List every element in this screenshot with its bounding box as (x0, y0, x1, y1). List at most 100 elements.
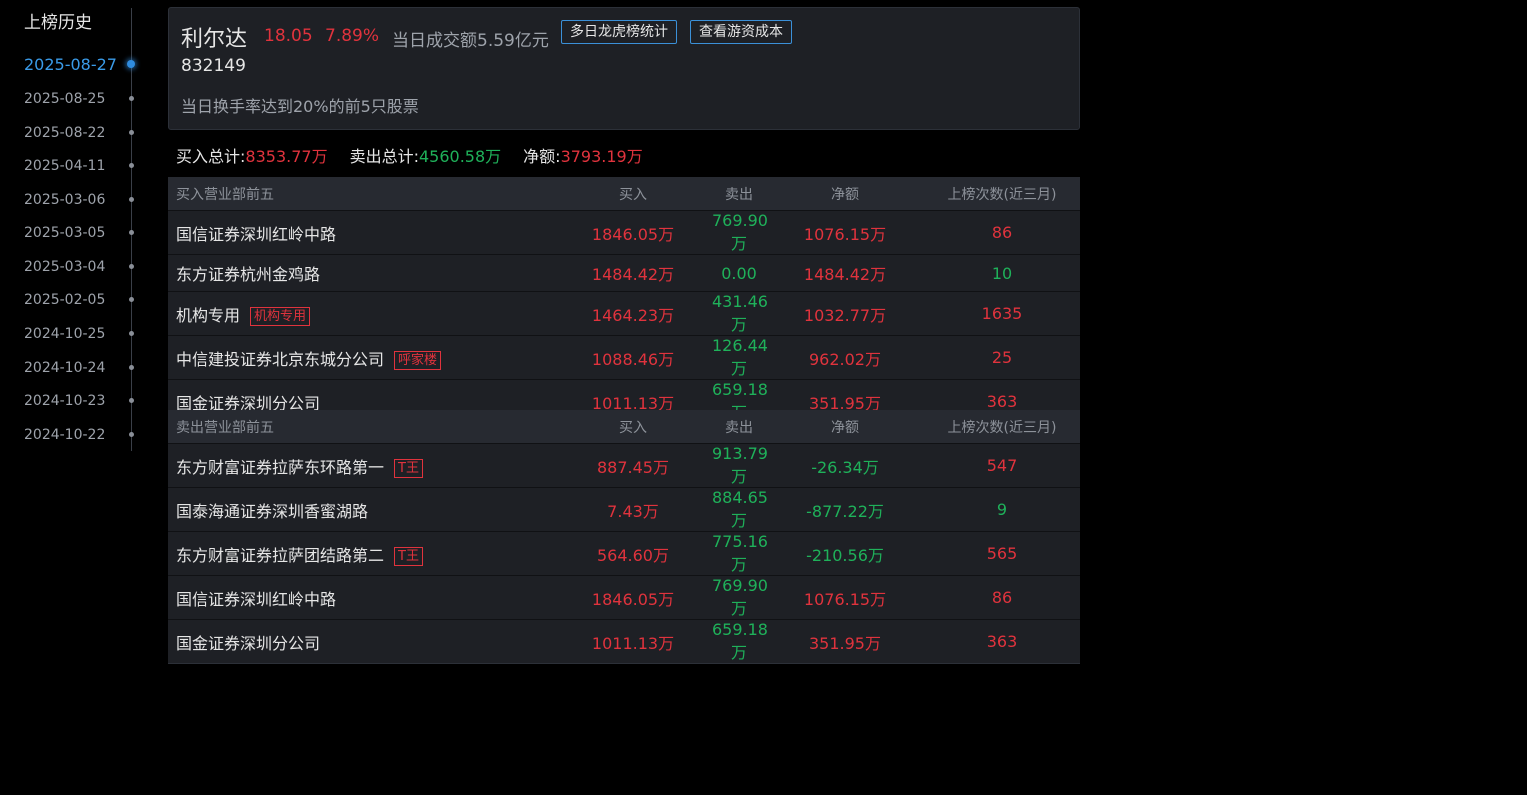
timeline-item[interactable]: 2024-10-23 (0, 391, 140, 425)
column-header-buy: 买入 (554, 410, 712, 444)
sell-amount-cell: 659.18万 (712, 619, 768, 664)
broker-name-cell[interactable]: 机构专用 机构专用 (168, 291, 554, 336)
broker-name: 机构专用 (176, 305, 241, 325)
multi-day-stats-button[interactable]: 多日龙虎榜统计 (561, 20, 677, 44)
net-amount-cell: 1076.15万 (766, 575, 924, 620)
sell-amount-cell: 913.79万 (712, 443, 768, 488)
timeline-dot-icon (129, 197, 134, 202)
timeline-item[interactable]: 2024-10-24 (0, 358, 140, 392)
buy-amount-cell: 1484.42万 (554, 254, 712, 292)
listing-count-cell: 25 (924, 335, 1080, 380)
column-header-count: 上榜次数(近三月) (924, 410, 1080, 444)
table-row[interactable]: 国信证券深圳红岭中路 1846.05万 769.90万 1076.15万 86 (168, 575, 1080, 620)
buy-amount-cell: 1464.23万 (554, 291, 712, 336)
broker-name: 国泰海通证券深圳香蜜湖路 (176, 501, 369, 521)
timeline-date: 2024-10-22 (24, 427, 106, 443)
broker-name-cell[interactable]: 东方财富证券拉萨东环路第一 T王 (168, 443, 554, 488)
broker-name: 国信证券深圳红岭中路 (176, 224, 337, 244)
table-row[interactable]: 东方财富证券拉萨东环路第一 T王 887.45万 913.79万 -26.34万 547 (168, 443, 1080, 488)
net-amount-cell: 1032.77万 (766, 291, 924, 336)
broker-name-cell[interactable]: 国金证券深圳分公司 (168, 619, 554, 664)
timeline-item[interactable]: 2025-02-05 (0, 290, 140, 324)
timeline-dot-icon (129, 365, 134, 370)
broker-name: 东方财富证券拉萨团结路第二 (176, 545, 385, 565)
timeline-title: 上榜历史 (24, 13, 92, 33)
sell-amount-cell: 769.90万 (712, 210, 768, 255)
broker-name-cell[interactable]: 国信证券深圳红岭中路 (168, 575, 554, 620)
column-header-sell: 卖出 (712, 410, 766, 444)
timeline-date: 2025-08-25 (24, 91, 106, 107)
stock-name: 利尔达 (181, 27, 248, 52)
broker-name: 东方证券杭州金鸡路 (176, 265, 321, 284)
sell-brokers-table: 卖出营业部前五 买入 卖出 净额 上榜次数(近三月) 东方财富证券拉萨东环路第一… (168, 410, 1080, 664)
listing-count-cell: 547 (924, 443, 1080, 488)
table-row[interactable]: 国金证券深圳分公司 1011.13万659.18万351.95万363 (168, 619, 1080, 664)
timeline-item[interactable]: 2024-10-22 (0, 425, 140, 459)
listing-count-cell: 363 (924, 619, 1080, 664)
timeline-item[interactable]: 2025-08-27 (0, 55, 140, 89)
broker-name: 国信证券深圳红岭中路 (176, 589, 337, 609)
timeline-item[interactable]: 2025-03-04 (0, 257, 140, 291)
timeline-date: 2025-02-05 (24, 292, 106, 308)
sell-amount-cell: 884.65万 (712, 487, 768, 532)
net-amount-cell: -26.34万 (766, 443, 924, 488)
sell-total-value: 4560.58万 (418, 147, 502, 166)
broker-tag-badge: T王 (394, 546, 423, 566)
stock-change-percent: 7.89% (325, 26, 380, 46)
timeline-dot-icon (129, 96, 134, 101)
timeline-dot-icon (129, 264, 134, 269)
timeline-date: 2025-03-06 (24, 192, 106, 208)
sell-amount-cell: 775.16万 (712, 531, 768, 576)
broker-name-cell[interactable]: 国泰海通证券深圳香蜜湖路 (168, 487, 554, 532)
stock-code: 832149 (181, 56, 246, 76)
timeline-dot-icon (129, 398, 134, 403)
timeline-item[interactable]: 2025-04-11 (0, 156, 140, 190)
broker-name-cell[interactable]: 中信建投证券北京东城分公司 呼家楼 (168, 335, 554, 380)
net-amount-cell: 962.02万 (766, 335, 924, 380)
timeline-date: 2025-08-22 (24, 125, 106, 141)
timeline-item[interactable]: 2025-03-06 (0, 190, 140, 224)
sell-amount-cell: 769.90万 (712, 575, 768, 620)
table-row[interactable]: 东方证券杭州金鸡路 1484.42万 0.00 1484.42万 10 (168, 254, 1080, 292)
sell-table-body: 东方财富证券拉萨东环路第一 T王 887.45万 913.79万 -26.34万 547 国… (168, 443, 1080, 664)
broker-tag-badge: T王 (394, 458, 423, 478)
column-header-sell: 卖出 (712, 177, 766, 211)
listing-count-cell: 565 (924, 531, 1080, 576)
timeline-dot-icon (127, 60, 135, 68)
broker-name-cell[interactable]: 东方证券杭州金鸡路 (168, 254, 554, 292)
table-row[interactable]: 国泰海通证券深圳香蜜湖路 7.43万 884.65万 -877.22万 9 (168, 487, 1080, 532)
buy-amount-cell: 887.45万 (554, 443, 712, 488)
buy-table-title: 买入营业部前五 (168, 177, 554, 211)
listing-history-timeline: 上榜历史 2025-08-27 2025-08-25 2025-08-22 2025-… (0, 0, 150, 795)
buy-amount-cell: 7.43万 (554, 487, 712, 532)
table-header-row: 买入营业部前五 买入 卖出 净额 上榜次数(近三月) (168, 177, 1080, 211)
table-row[interactable]: 国信证券深圳红岭中路 1846.05万 769.90万 1076.15万 86 (168, 210, 1080, 255)
table-row[interactable]: 中信建投证券北京东城分公司 呼家楼 1088.46万 126.44万 962.02万 25 (168, 335, 1080, 380)
timeline-item[interactable]: 2024-10-25 (0, 324, 140, 358)
net-amount-cell: 1484.42万 (766, 254, 924, 292)
broker-name: 中信建投证券北京东城分公司 (176, 349, 385, 369)
buy-table-body: 国信证券深圳红岭中路 1846.05万 769.90万 1076.15万 86 东方证券杭… (168, 210, 1080, 424)
table-row[interactable]: 东方财富证券拉萨团结路第二 T王 564.60万 775.16万 -210.56万 565 (168, 531, 1080, 576)
broker-name: 东方财富证券拉萨东环路第一 (176, 457, 385, 477)
buy-amount-cell: 564.60万 (554, 531, 712, 576)
column-header-net: 净额 (766, 410, 924, 444)
timeline-date: 2025-03-05 (24, 225, 106, 241)
timeline-dot-icon (129, 432, 134, 437)
table-header-row: 卖出营业部前五 买入 卖出 净额 上榜次数(近三月) (168, 410, 1080, 444)
timeline-item[interactable]: 2025-08-22 (0, 123, 140, 157)
broker-name-cell[interactable]: 东方财富证券拉萨团结路第二 T王 (168, 531, 554, 576)
stock-price: 18.05 (264, 26, 313, 46)
timeline-dot-icon (129, 163, 134, 168)
table-row[interactable]: 机构专用 机构专用 1464.23万 431.46万 1032.77万 1635 (168, 291, 1080, 336)
hot-money-cost-button[interactable]: 查看游资成本 (690, 20, 792, 44)
listing-count-cell: 86 (924, 575, 1080, 620)
buy-amount-cell: 1846.05万 (554, 210, 712, 255)
timeline-item[interactable]: 2025-08-25 (0, 89, 140, 123)
buy-total-value: 8353.77万 (245, 147, 328, 166)
column-header-net: 净额 (766, 177, 924, 211)
timeline-item[interactable]: 2025-03-05 (0, 223, 140, 257)
broker-name-cell[interactable]: 国信证券深圳红岭中路 (168, 210, 554, 255)
listing-count-cell: 1635 (924, 291, 1080, 336)
net-amount-cell: 1076.15万 (766, 210, 924, 255)
